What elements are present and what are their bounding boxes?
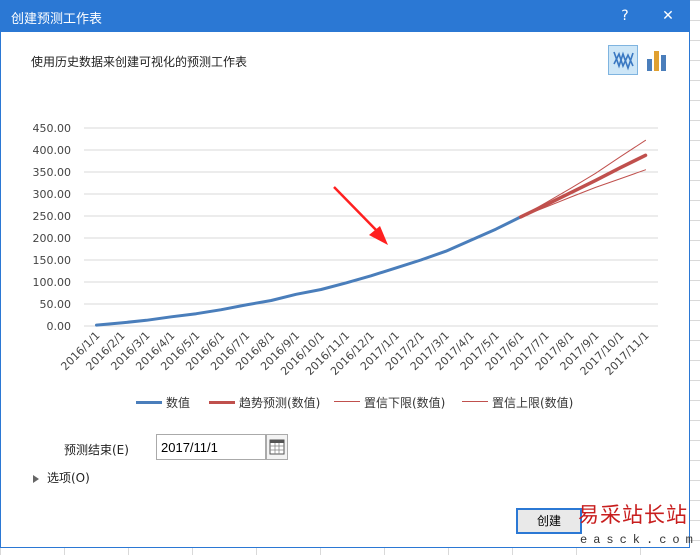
expand-triangle-icon <box>33 474 39 483</box>
legend-label: 趋势预测(数值) <box>239 396 321 410</box>
annotation-arrow-head <box>369 226 388 245</box>
column-chart-icon <box>647 51 666 71</box>
legend-item: 数值 <box>136 394 190 411</box>
dialog-description: 使用历史数据来创建可视化的预测工作表 <box>31 55 248 69</box>
y-tick-label: 450.00 <box>33 122 72 135</box>
legend-item: 置信上限(数值) <box>462 394 573 411</box>
line-chart-icon <box>613 51 634 71</box>
line-chart-view-button[interactable] <box>608 45 638 75</box>
legend-label: 数值 <box>166 396 191 410</box>
y-tick-label: 350.00 <box>33 166 72 179</box>
legend-swatch <box>462 401 488 402</box>
y-tick-label: 300.00 <box>33 188 72 201</box>
legend-item: 置信下限(数值) <box>334 394 445 411</box>
series-line-1 <box>518 153 648 219</box>
chart-legend: 数值 趋势预测(数值) 置信下限(数值) 置信上限(数值) <box>1 394 691 412</box>
y-tick-label: 400.00 <box>33 144 72 157</box>
watermark: 易采站长站 easck.com <box>570 495 700 555</box>
y-tick-label: 250.00 <box>33 210 72 223</box>
forecast-chart: 0.00 50.00 100.00 150.00 200.00 250.00 300.00 3… <box>33 122 658 378</box>
options-label: 选项(O) <box>47 471 90 485</box>
y-tick-label: 0.00 <box>47 320 72 333</box>
help-button[interactable]: ? <box>613 5 637 27</box>
watermark-url: easck.com <box>580 533 699 547</box>
forecast-end-input[interactable] <box>156 434 266 460</box>
watermark-text: 易采站长站 <box>578 503 688 527</box>
y-tick-label: 150.00 <box>33 254 72 267</box>
series-line-0 <box>95 215 523 327</box>
legend-label: 置信上限(数值) <box>492 396 574 410</box>
title-bar: 创建预测工作表 ? ✕ <box>1 1 689 32</box>
forecast-end-label: 预测结束(E) <box>64 443 129 457</box>
legend-item: 趋势预测(数值) <box>209 394 320 411</box>
legend-swatch <box>136 401 162 404</box>
column-chart-view-button[interactable] <box>643 45 673 75</box>
close-button[interactable]: ✕ <box>656 5 680 27</box>
calendar-button[interactable] <box>266 434 288 460</box>
y-tick-label: 200.00 <box>33 232 72 245</box>
legend-swatch <box>209 401 235 404</box>
calendar-icon <box>269 439 285 455</box>
options-expander[interactable]: 选项(O) <box>33 469 90 486</box>
legend-label: 置信下限(数值) <box>364 396 446 410</box>
create-forecast-dialog: 创建预测工作表 ? ✕ 使用历史数据来创建可视化的预测工作表 0.00 50.00… <box>0 0 690 548</box>
y-tick-label: 100.00 <box>33 276 72 289</box>
dialog-title: 创建预测工作表 <box>11 12 103 27</box>
y-tick-label: 50.00 <box>40 298 72 311</box>
series-line-3 <box>520 139 646 218</box>
series-line-2 <box>520 169 646 218</box>
legend-swatch <box>334 401 360 402</box>
